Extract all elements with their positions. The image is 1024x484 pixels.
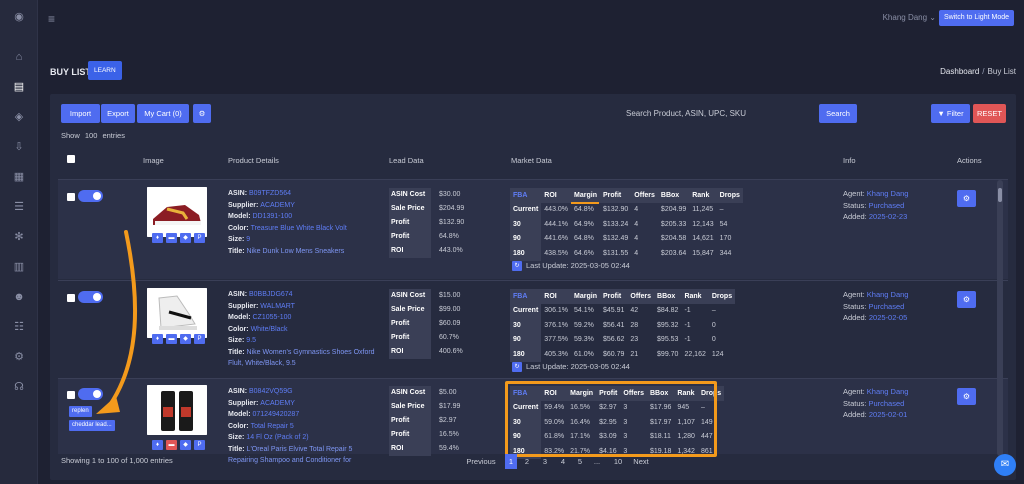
next-page[interactable]: Next bbox=[630, 454, 652, 469]
page-6[interactable]: ... bbox=[591, 454, 603, 469]
annotation-arrow bbox=[96, 230, 138, 414]
chat-icon[interactable]: ✉ bbox=[994, 454, 1016, 476]
page-5[interactable]: 5 bbox=[574, 454, 586, 469]
page-3[interactable]: 3 bbox=[539, 454, 551, 469]
scrollbar-thumb[interactable] bbox=[998, 188, 1002, 202]
page-2[interactable]: 2 bbox=[521, 454, 533, 469]
page-7[interactable]: 10 bbox=[610, 454, 626, 469]
showing-entries: Showing 1 to 100 of 1,000 entries bbox=[61, 456, 173, 465]
app: ◉ ⌂ ▤ ◈ ⇩ ▦ ☰ ✻ ▥ ☻ ☷ ⚙ ☊ ≡ Khang Dang ⌄… bbox=[0, 0, 1024, 484]
page-4[interactable]: 4 bbox=[557, 454, 569, 469]
table-scrollbar[interactable] bbox=[997, 180, 1003, 456]
previous-page[interactable]: Previous bbox=[463, 454, 499, 469]
page-1[interactable]: 1 bbox=[505, 454, 517, 469]
